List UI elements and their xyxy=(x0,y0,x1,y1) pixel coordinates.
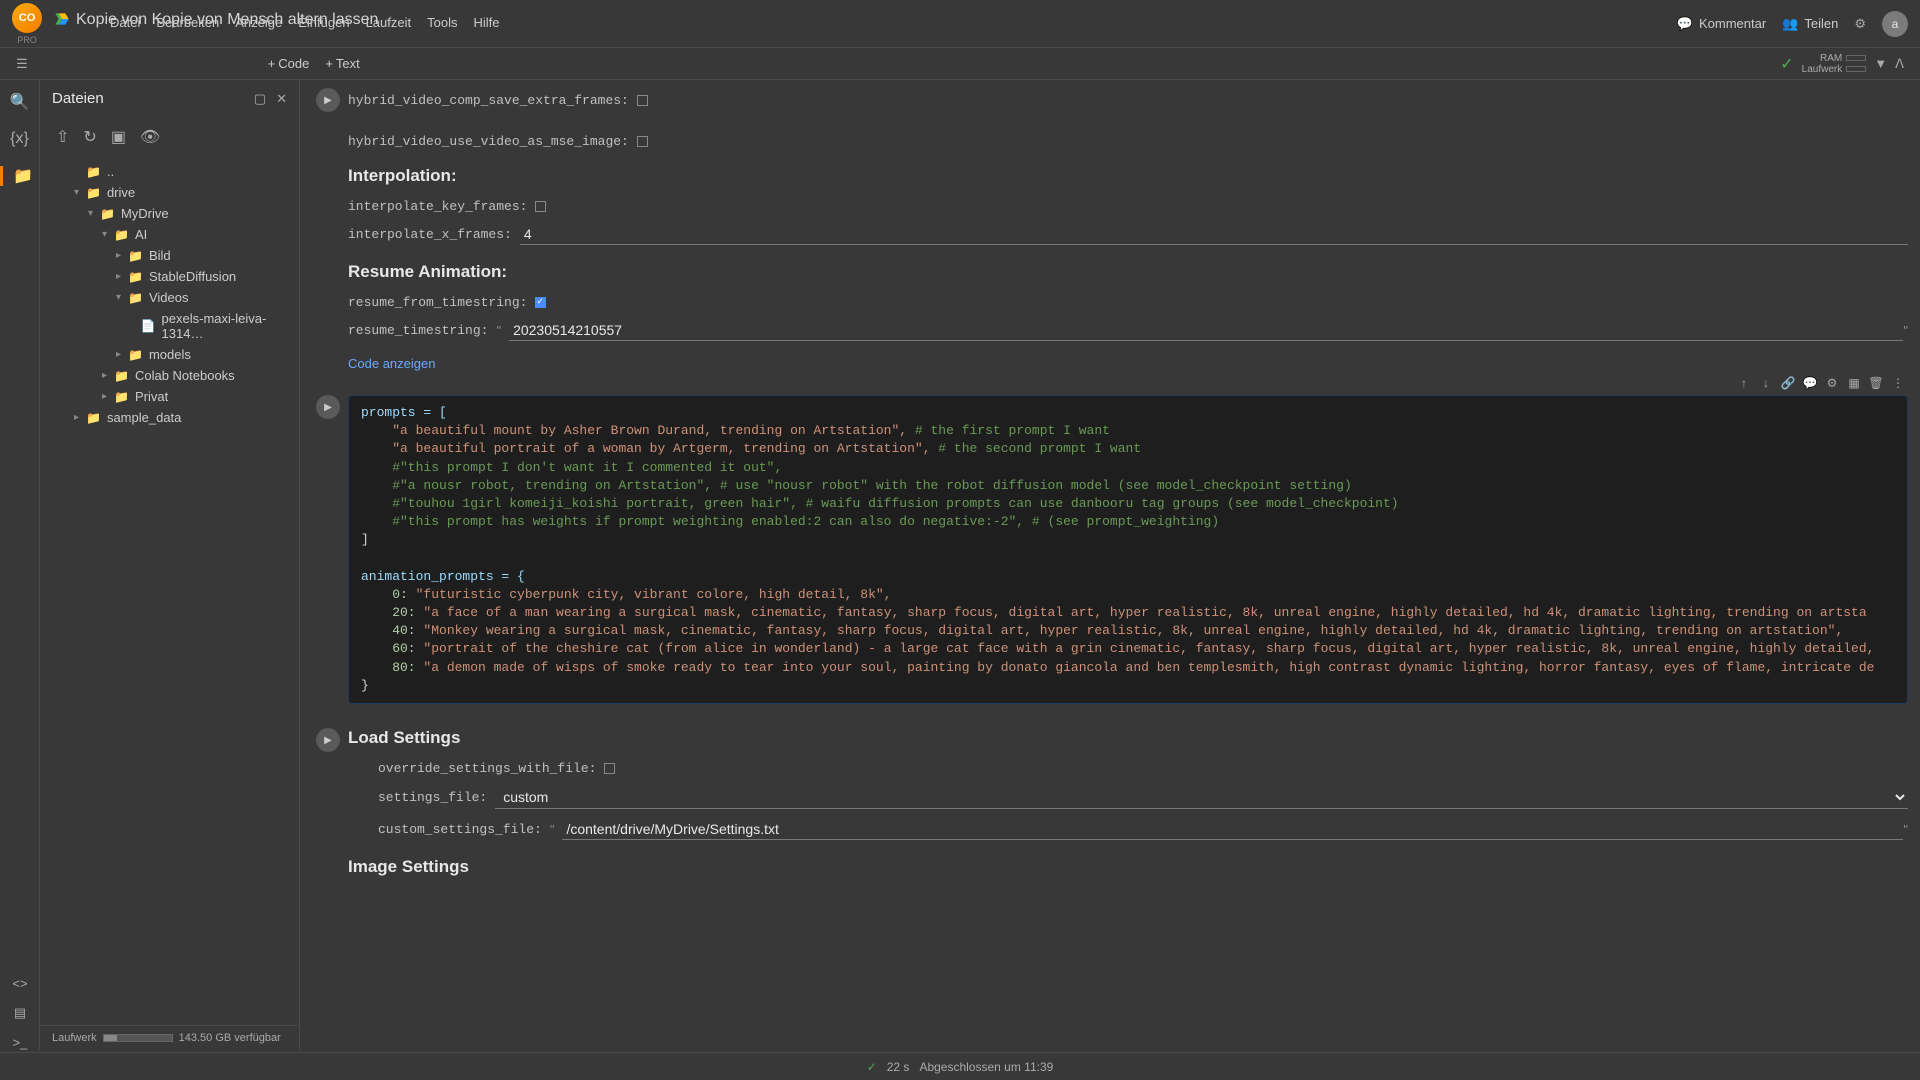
disk-footer-text: 143.50 GB verfügbar xyxy=(179,1032,281,1044)
override-checkbox[interactable] xyxy=(604,763,615,774)
disk-usage-bar xyxy=(103,1034,173,1042)
upload-icon[interactable]: ⇧ xyxy=(56,127,69,147)
tree-pexels-file[interactable]: 📄pexels-maxi-leiva-1314… xyxy=(40,308,299,344)
link-icon[interactable]: 🔗 xyxy=(1779,374,1797,392)
move-down-icon[interactable]: ↓ xyxy=(1757,374,1775,392)
ram-bar xyxy=(1846,55,1866,61)
menu-bar: Datei Bearbeiten Anzeige Einfügen Laufze… xyxy=(54,15,1677,36)
status-check-icon: ✓ xyxy=(867,1060,877,1074)
dropdown-icon[interactable]: ▼ xyxy=(1874,56,1887,71)
disk-footer-label: Laufwerk xyxy=(52,1032,97,1044)
share-icon: 👥 xyxy=(1782,16,1798,32)
resume-heading: Resume Animation: xyxy=(348,262,1908,282)
hybrid-mse-label: hybrid_video_use_video_as_mse_image: xyxy=(348,134,629,149)
status-time: 22 s xyxy=(887,1060,910,1074)
resume-from-label: resume_from_timestring: xyxy=(348,295,527,310)
tree-colab[interactable]: ▸📁Colab Notebooks xyxy=(40,365,299,386)
disk-bar xyxy=(1846,66,1866,72)
menu-bearbeiten[interactable]: Bearbeiten xyxy=(156,15,219,30)
interp-x-input[interactable] xyxy=(520,224,1908,245)
tree-bild[interactable]: ▸📁Bild xyxy=(40,245,299,266)
close-icon[interactable]: ✕ xyxy=(276,91,287,107)
hidden-files-icon[interactable]: 👁 xyxy=(140,127,160,147)
mount-drive-icon[interactable]: ▣ xyxy=(111,127,126,147)
tree-sample[interactable]: ▸📁sample_data xyxy=(40,407,299,428)
interp-key-label: interpolate_key_frames: xyxy=(348,199,527,214)
show-code-link[interactable]: Code anzeigen xyxy=(348,356,1908,371)
terminal-icon[interactable]: ▤ xyxy=(14,1005,26,1021)
hybrid-mse-checkbox[interactable] xyxy=(637,136,648,147)
run-load-button[interactable] xyxy=(316,728,340,752)
avatar[interactable]: a xyxy=(1882,11,1908,37)
code-brackets-icon[interactable]: <> xyxy=(12,976,27,991)
menu-tools[interactable]: Tools xyxy=(427,15,457,30)
run-cell-button[interactable] xyxy=(316,88,340,112)
resume-ts-input[interactable] xyxy=(509,320,1903,341)
move-up-icon[interactable]: ↑ xyxy=(1735,374,1753,392)
delete-cell-icon[interactable]: 🗑 xyxy=(1867,374,1885,392)
status-text: Abgeschlossen um 11:39 xyxy=(919,1060,1053,1074)
settings-file-select[interactable]: custom xyxy=(495,786,1908,809)
mirror-icon[interactable]: ▦ xyxy=(1845,374,1863,392)
variables-icon[interactable]: {x} xyxy=(10,130,29,148)
load-heading: Load Settings xyxy=(348,728,1908,748)
shell-icon[interactable]: >_ xyxy=(13,1035,28,1050)
sidebar-title: Dateien xyxy=(52,90,254,107)
search-icon[interactable]: 🔍 xyxy=(10,92,30,112)
files-icon[interactable]: 📁 xyxy=(0,166,39,186)
ram-label: RAM xyxy=(1820,53,1842,64)
check-icon: ✓ xyxy=(1780,54,1793,74)
resume-ts-label: resume_timestring: xyxy=(348,323,488,338)
override-label: override_settings_with_file: xyxy=(378,761,596,776)
tree-drive[interactable]: ▾📁drive xyxy=(40,182,299,203)
new-window-icon[interactable]: ▢ xyxy=(254,91,266,107)
drive-icon xyxy=(54,12,70,28)
kommentar-button[interactable]: 💬 Kommentar xyxy=(1677,16,1766,32)
menu-einfuegen[interactable]: Einfügen xyxy=(298,15,349,30)
comment-cell-icon[interactable]: 💬 xyxy=(1801,374,1819,392)
tree-mydrive[interactable]: ▾📁MyDrive xyxy=(40,203,299,224)
settings-cell-icon[interactable]: ⚙ xyxy=(1823,374,1841,392)
hybrid-save-checkbox[interactable] xyxy=(637,95,648,106)
more-icon[interactable]: ⋮ xyxy=(1889,374,1907,392)
comment-icon: 💬 xyxy=(1677,16,1693,32)
interp-x-label: interpolate_x_frames: xyxy=(348,227,512,242)
file-tree: 📁.. ▾📁drive ▾📁MyDrive ▾📁AI ▸📁Bild ▸📁Stab… xyxy=(40,157,299,1025)
refresh-icon[interactable]: ↻ xyxy=(83,127,96,147)
tree-models[interactable]: ▸📁models xyxy=(40,344,299,365)
tree-videos[interactable]: ▾📁Videos xyxy=(40,287,299,308)
colab-logo[interactable]: CO xyxy=(12,3,42,33)
toc-icon[interactable]: ☰ xyxy=(16,56,28,72)
tree-up[interactable]: 📁.. xyxy=(40,161,299,182)
custom-file-input[interactable] xyxy=(562,819,1903,840)
add-text-button[interactable]: +Text xyxy=(325,56,359,71)
gear-icon[interactable]: ⚙ xyxy=(1854,16,1866,32)
hybrid-save-label: hybrid_video_comp_save_extra_frames: xyxy=(348,93,629,108)
menu-laufzeit[interactable]: Laufzeit xyxy=(366,15,412,30)
pro-badge: PRO xyxy=(17,35,37,45)
tree-stablediffusion[interactable]: ▸📁StableDiffusion xyxy=(40,266,299,287)
tree-privat[interactable]: ▸📁Privat xyxy=(40,386,299,407)
menu-anzeige[interactable]: Anzeige xyxy=(235,15,282,30)
settings-file-label: settings_file: xyxy=(378,790,487,805)
custom-file-label: custom_settings_file: xyxy=(378,822,542,837)
image-heading: Image Settings xyxy=(348,857,1908,877)
interp-key-checkbox[interactable] xyxy=(535,201,546,212)
code-editor[interactable]: prompts = [ "a beautiful mount by Asher … xyxy=(349,396,1907,703)
teilen-button[interactable]: 👥 Teilen xyxy=(1782,16,1838,32)
chevron-up-icon[interactable]: ᐱ xyxy=(1895,56,1904,72)
resume-from-checkbox[interactable] xyxy=(535,297,546,308)
menu-hilfe[interactable]: Hilfe xyxy=(473,15,499,30)
run-code-button[interactable] xyxy=(316,395,340,419)
add-code-button[interactable]: +Code xyxy=(268,56,310,71)
interpolation-heading: Interpolation: xyxy=(348,166,1908,186)
tree-ai[interactable]: ▾📁AI xyxy=(40,224,299,245)
disk-label: Laufwerk xyxy=(1802,64,1843,75)
menu-datei[interactable]: Datei xyxy=(110,15,140,30)
